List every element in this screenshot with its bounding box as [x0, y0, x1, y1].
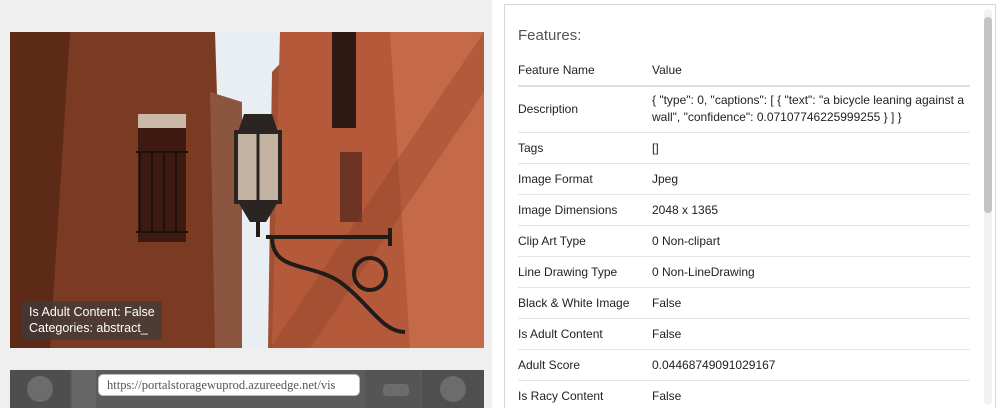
adult-content-summary: Is Adult Content: False	[29, 305, 155, 319]
features-scrollbar[interactable]	[984, 9, 992, 405]
thumbnail-strip: https://portalstoragewuprod.azureedge.ne…	[10, 370, 484, 408]
feature-value: False	[652, 380, 970, 408]
feature-name: Description	[518, 86, 652, 133]
thumbnail-1-image	[27, 376, 53, 402]
feature-value: { "type": 0, "captions": [ { "text": "a …	[652, 86, 970, 133]
analysis-overlay: Is Adult Content: False Categories: abst…	[22, 301, 162, 340]
image-pane: Is Adult Content: False Categories: abst…	[0, 0, 492, 408]
feature-name: Clip Art Type	[518, 225, 652, 257]
categories-summary: Categories: abstract_	[29, 321, 148, 335]
feature-value: Jpeg	[652, 163, 970, 195]
features-title: Features:	[518, 27, 582, 44]
feature-name: Tags	[518, 132, 652, 164]
table-row: Image Dimensions 2048 x 1365	[518, 194, 970, 226]
image-url-input[interactable]: https://portalstoragewuprod.azureedge.ne…	[98, 374, 360, 396]
table-row: Clip Art Type 0 Non-clipart	[518, 225, 970, 257]
table-row: Line Drawing Type 0 Non-LineDrawing	[518, 256, 970, 288]
features-scrollbar-thumb[interactable]	[984, 17, 992, 213]
feature-value: False	[652, 318, 970, 350]
column-header-feature-name: Feature Name	[518, 55, 652, 87]
feature-value: []	[652, 132, 970, 164]
thumbnail-1[interactable]	[10, 370, 70, 408]
thumbnail-4-image	[440, 376, 466, 402]
column-header-value: Value	[652, 55, 970, 87]
features-header-row: Feature Name Value	[518, 55, 970, 87]
table-row: Is Racy Content False	[518, 380, 970, 408]
thumbnail-4[interactable]	[422, 370, 484, 408]
table-row: Description { "type": 0, "captions": [ {…	[518, 86, 970, 133]
feature-value: 0.04468749091029167	[652, 349, 970, 381]
feature-name: Black & White Image	[518, 287, 652, 319]
feature-name: Image Format	[518, 163, 652, 195]
feature-name: Is Racy Content	[518, 380, 652, 408]
feature-name: Image Dimensions	[518, 194, 652, 226]
thumbnail-3[interactable]	[365, 370, 420, 408]
feature-value: False	[652, 287, 970, 319]
table-row: Image Format Jpeg	[518, 163, 970, 195]
table-row: Black & White Image False	[518, 287, 970, 319]
features-panel: Features: Feature Name Value Description…	[504, 4, 996, 408]
table-row: Is Adult Content False	[518, 318, 970, 350]
table-row: Tags []	[518, 132, 970, 164]
thumbnail-3-image	[383, 384, 409, 396]
feature-value: 2048 x 1365	[652, 194, 970, 226]
thumbnail-2[interactable]	[72, 370, 96, 408]
feature-name: Is Adult Content	[518, 318, 652, 350]
table-row: Adult Score 0.04468749091029167	[518, 349, 970, 381]
feature-value: 0 Non-LineDrawing	[652, 256, 970, 288]
analyzed-photo: Is Adult Content: False Categories: abst…	[10, 32, 484, 348]
feature-value: 0 Non-clipart	[652, 225, 970, 257]
features-table: Feature Name Value Description { "type":…	[518, 55, 970, 408]
feature-name: Adult Score	[518, 349, 652, 381]
feature-name: Line Drawing Type	[518, 256, 652, 288]
